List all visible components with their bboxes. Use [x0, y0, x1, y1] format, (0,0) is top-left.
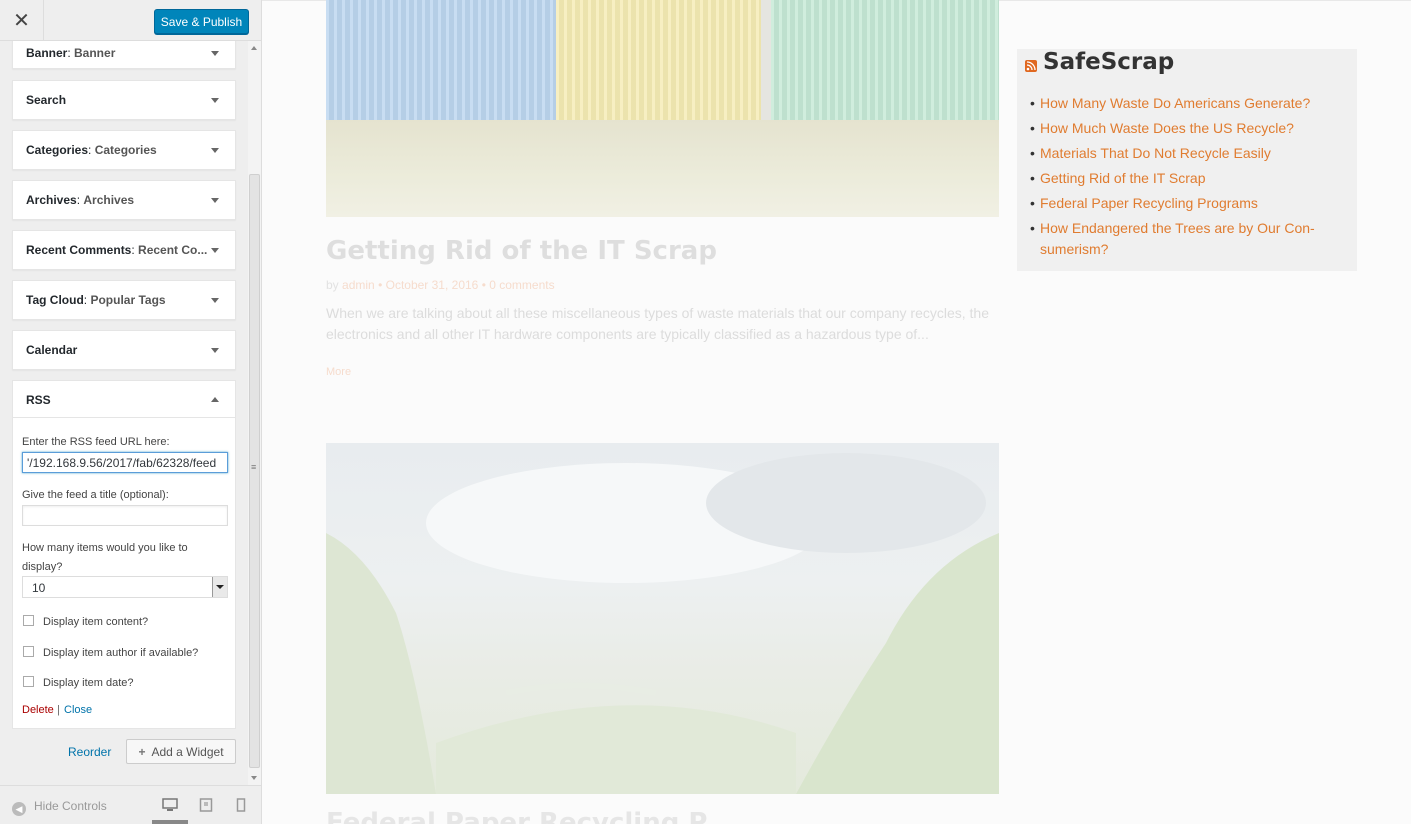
widget-tag-cloud[interactable]: Tag Cloud: Popular Tags: [12, 280, 236, 320]
customizer-sidebar: ✕ Save & Publish Banner: Banner Search C…: [0, 0, 262, 824]
chevron-up-icon[interactable]: [211, 397, 219, 402]
landscape-illustration: [326, 453, 999, 794]
post-title[interactable]: Getting Rid of the IT Scrap: [326, 236, 717, 266]
widget-title: Recent Comments: [26, 243, 132, 257]
scroll-up-arrow[interactable]: [251, 46, 257, 50]
widget-recent-comments[interactable]: Recent Comments: Recent Co...: [12, 230, 236, 270]
display-content-checkbox[interactable]: [23, 615, 34, 626]
delete-link[interactable]: Delete: [22, 704, 54, 716]
chevron-down-icon[interactable]: [211, 298, 219, 303]
meta-comments-link[interactable]: 0 comments: [489, 278, 554, 292]
rss-url-label: Enter the RSS feed URL here:: [22, 436, 170, 448]
rss-item-link[interactable]: Getting Rid of the IT Scrap: [1030, 168, 1340, 189]
chevron-down-icon[interactable]: [211, 51, 219, 56]
rss-item-link[interactable]: How Many Waste Do Americans Generate?: [1030, 93, 1340, 114]
widget-title: Calendar: [26, 343, 78, 357]
rss-item-link[interactable]: How Endangered the Trees are by Our Con-…: [1030, 218, 1340, 260]
display-date-checkbox[interactable]: [23, 676, 34, 687]
tablet-icon[interactable]: [189, 796, 225, 824]
rss-item-link[interactable]: Federal Paper Recycling Programs: [1030, 193, 1340, 214]
link-separator: |: [57, 704, 60, 716]
widget-title: Search: [26, 93, 67, 107]
chevron-down-icon[interactable]: [211, 98, 219, 103]
close-link[interactable]: Close: [64, 704, 92, 716]
rss-widget: SafeScrap How Many Waste Do Americans Ge…: [1017, 49, 1357, 271]
scrollbar-grip: ≡: [251, 462, 257, 472]
post-more-link[interactable]: More: [326, 366, 351, 378]
hide-controls-icon: ◀: [12, 802, 26, 816]
widget-subtitle: Popular Tags: [90, 293, 166, 307]
widget-panel: Banner: Banner Search Categories: Catego…: [0, 41, 248, 785]
customizer-footer: ◀ Hide Controls: [0, 785, 261, 824]
container-gap: [761, 0, 771, 140]
rss-item-link[interactable]: How Much Waste Does the US Recycle?: [1030, 118, 1340, 139]
widget-title: Archives: [26, 193, 77, 207]
widget-archives[interactable]: Archives: Archives: [12, 180, 236, 220]
desktop-icon[interactable]: [152, 796, 188, 824]
meta-by: by: [326, 278, 339, 292]
widget-rss-header[interactable]: RSS: [13, 381, 235, 418]
next-post-image[interactable]: [326, 443, 999, 794]
save-publish-button[interactable]: Save & Publish: [154, 9, 249, 34]
items-count-select[interactable]: 10: [22, 576, 228, 598]
widget-rss-expanded: RSS Enter the RSS feed URL here: Give th…: [12, 380, 236, 729]
widget-subtitle: Archives: [83, 193, 135, 207]
widget-title: Banner: [26, 46, 68, 60]
display-date-label: Display item date?: [43, 677, 134, 689]
container-blue: [326, 0, 556, 140]
widget-calendar[interactable]: Calendar: [12, 330, 236, 370]
rss-icon[interactable]: [1025, 60, 1037, 72]
meta-author-link[interactable]: admin: [342, 278, 375, 292]
customizer-header: ✕ Save & Publish: [0, 0, 261, 41]
post-meta: by admin • October 31, 2016 • 0 comments: [326, 278, 555, 292]
items-count-value: 10: [32, 581, 46, 595]
widget-search[interactable]: Search: [12, 80, 236, 120]
plus-icon: +: [138, 744, 146, 759]
hide-controls-button[interactable]: ◀ Hide Controls: [12, 799, 107, 816]
rss-widget-title[interactable]: SafeScrap: [1043, 49, 1174, 75]
site-preview: Getting Rid of the IT Scrap by admin • O…: [262, 0, 1411, 824]
items-count-label: How many items would you like to display…: [22, 542, 188, 573]
chevron-down-icon[interactable]: [211, 348, 219, 353]
display-author-checkbox[interactable]: [23, 646, 34, 657]
widget-title: Tag Cloud: [26, 293, 84, 307]
container-yellow: [556, 0, 761, 140]
add-widget-button[interactable]: + Add a Widget: [126, 739, 236, 764]
chevron-down-icon[interactable]: [211, 248, 219, 253]
post-excerpt: When we are talking about all these misc…: [326, 305, 989, 342]
chevron-down-icon[interactable]: [212, 577, 227, 597]
close-icon[interactable]: ✕: [0, 0, 44, 41]
chevron-down-icon[interactable]: [211, 148, 219, 153]
widget-title: RSS: [26, 393, 51, 407]
hide-controls-label: Hide Controls: [34, 799, 107, 813]
grass-foreground: [326, 120, 999, 217]
widget-title: Categories: [26, 143, 89, 157]
feed-title-input[interactable]: [22, 505, 228, 526]
widget-subtitle: Categories: [94, 143, 157, 157]
mobile-icon[interactable]: [226, 796, 262, 824]
scroll-down-arrow[interactable]: [251, 776, 257, 780]
reorder-link[interactable]: Reorder: [68, 745, 111, 759]
meta-date-link[interactable]: October 31, 2016: [386, 278, 479, 292]
widget-subtitle: Recent Co...: [138, 243, 208, 257]
display-author-label: Display item author if available?: [43, 647, 199, 659]
chevron-down-icon[interactable]: [211, 198, 219, 203]
add-widget-label: Add a Widget: [151, 744, 224, 759]
container-green: [771, 0, 999, 140]
rss-url-input[interactable]: [22, 452, 228, 473]
feed-title-label: Give the feed a title (optional):: [22, 489, 169, 501]
next-post-title[interactable]: Federal Paper Recycling P...: [326, 808, 732, 824]
widget-banner[interactable]: Banner: Banner: [12, 41, 236, 69]
display-content-label: Display item content?: [43, 616, 149, 628]
rss-item-list: How Many Waste Do Americans Generate? Ho…: [1030, 93, 1340, 264]
post-featured-image[interactable]: [326, 0, 999, 217]
widget-categories[interactable]: Categories: Categories: [12, 130, 236, 170]
widget-subtitle: Banner: [74, 46, 116, 60]
rss-item-link[interactable]: Materials That Do Not Recycle Easily: [1030, 143, 1340, 164]
